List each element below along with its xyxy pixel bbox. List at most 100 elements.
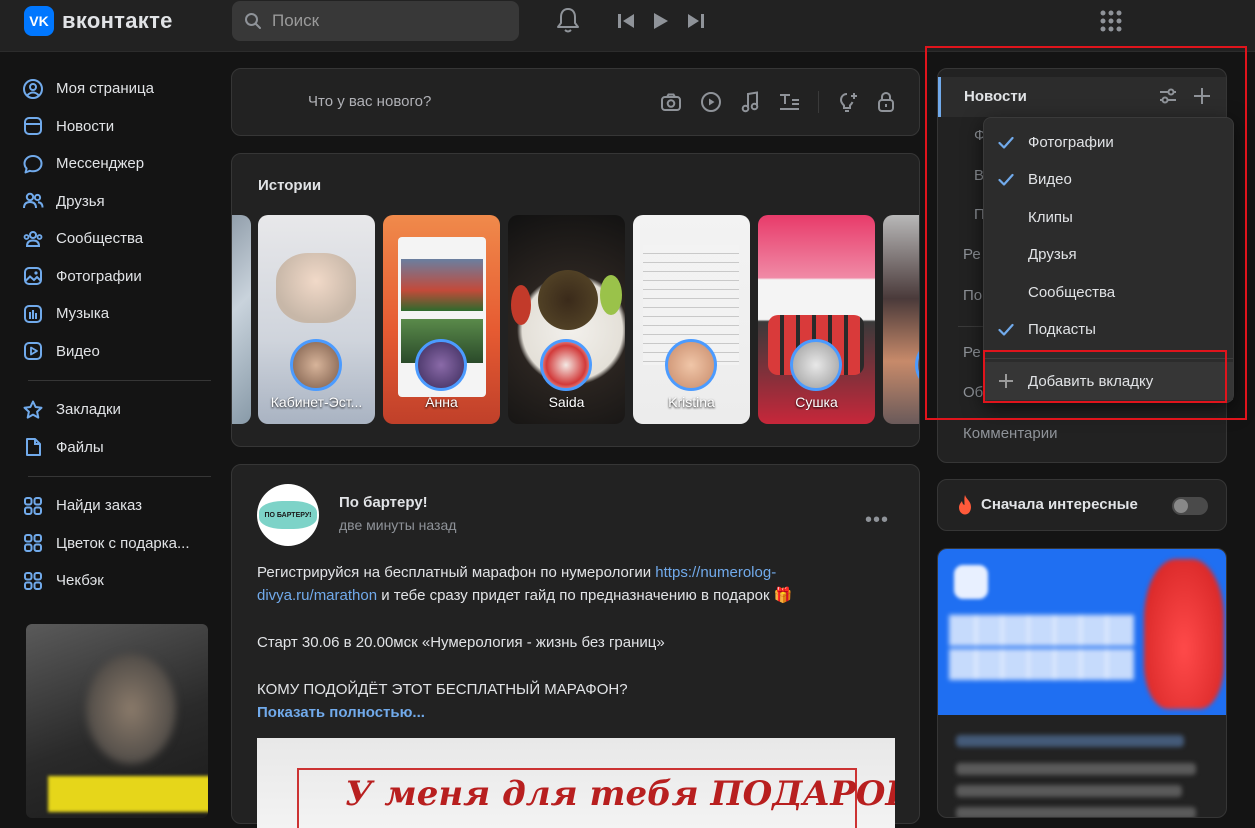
search-input[interactable]	[272, 11, 492, 31]
stories-title: Истории	[258, 177, 322, 194]
avatar-logo-text: ПО БАРТЕРУ!	[259, 501, 317, 529]
promo-banner[interactable]: ▆▆▆▆▆▆▆ ▆▆▆▆▆▆▆	[937, 548, 1227, 818]
sidebar-item-label: Моя страница	[56, 80, 154, 98]
sidebar-item-app-checkback[interactable]: Чекбэк	[22, 562, 217, 600]
next-track-icon[interactable]	[687, 13, 705, 29]
sidebar-divider	[28, 380, 211, 381]
video-circle-icon[interactable]	[700, 91, 722, 113]
sidebar-item-label: Друзья	[56, 192, 105, 210]
promo-blurred-text	[956, 763, 1196, 775]
sidebar-item-my-page[interactable]: Моя страница	[22, 70, 217, 108]
ad-blurred-banner	[48, 776, 208, 812]
image-caption: У меня для тебя ПОДАРОК	[345, 774, 895, 814]
post-text-line: Старт 30.06 в 20.00мск «Нумерология - жи…	[257, 634, 665, 651]
star-icon	[22, 399, 44, 421]
story-name: Кабинет-Эст...	[270, 394, 363, 410]
show-more-link[interactable]: Показать полностью...	[257, 701, 887, 724]
top-bar: VK вконтакте	[0, 0, 1255, 52]
vk-logo-mark: VK	[24, 6, 54, 36]
composer-placeholder[interactable]: Что у вас нового?	[308, 93, 431, 110]
music-icon	[22, 303, 44, 325]
story-avatar	[665, 339, 717, 391]
sidebar-item-communities[interactable]: Сообщества	[22, 220, 217, 258]
story-card[interactable]: Анна	[383, 215, 500, 424]
sort-label: Сначала интересные	[981, 496, 1138, 513]
story-name: Kristina	[668, 394, 715, 410]
flame-icon	[956, 494, 974, 516]
story-name: Анна	[425, 394, 458, 410]
sidebar-item-label: Цветок с подарка...	[56, 534, 190, 552]
promo-blurred-mascot	[1144, 559, 1224, 709]
story-card[interactable]: Saida	[508, 215, 625, 424]
stories-row: Кабинет-Эст... Анна Saida Kristina Сушка	[232, 215, 919, 425]
post-author-name[interactable]: По бартеру!	[339, 494, 428, 511]
left-sidebar: Моя страница Новости Мессенджер Друзья С…	[22, 70, 217, 600]
user-circle-icon	[22, 78, 44, 100]
composer-attachments	[660, 91, 895, 113]
post-image[interactable]: У меня для тебя ПОДАРОК	[257, 738, 895, 828]
previous-track-icon[interactable]	[617, 13, 635, 29]
story-avatar	[790, 339, 842, 391]
vk-logo[interactable]: VK вконтакте	[24, 6, 173, 36]
sidebar-divider	[28, 476, 211, 477]
sidebar-item-files[interactable]: Файлы	[22, 429, 217, 467]
sidebar-item-video[interactable]: Видео	[22, 333, 217, 371]
sidebar-item-music[interactable]: Музыка	[22, 295, 217, 333]
sidebar-ad-image[interactable]	[26, 624, 208, 818]
news-icon	[22, 115, 44, 137]
promo-blurred-text	[956, 785, 1182, 797]
sidebar-item-label: Новости	[56, 117, 115, 135]
lock-icon[interactable]	[877, 91, 895, 113]
post-text: Регистрируйся на бесплатный марафон по н…	[257, 561, 887, 724]
story-card[interactable]: Kristina	[633, 215, 750, 424]
sidebar-item-app-flower[interactable]: Цветок с подарка...	[22, 525, 217, 563]
message-icon	[22, 153, 44, 175]
ad-blurred-figure	[86, 654, 176, 764]
feed-post: ПО БАРТЕРУ! По бартеру! две минуты назад…	[231, 464, 920, 828]
story-card[interactable]: Сушка	[758, 215, 875, 424]
apps-icon	[22, 532, 44, 554]
sidebar-item-photos[interactable]: Фотографии	[22, 258, 217, 296]
post-text-line: КОМУ ПОДОЙДЁТ ЭТОТ БЕСПЛАТНЫЙ МАРАФОН?	[257, 681, 628, 698]
sidebar-item-label: Файлы	[56, 438, 104, 456]
article-icon[interactable]	[778, 92, 800, 112]
promo-hero-image: ▆▆▆▆▆▆▆ ▆▆▆▆▆▆▆	[938, 549, 1226, 715]
music-note-icon[interactable]	[740, 91, 760, 113]
post-author-avatar[interactable]: ПО БАРТЕРУ!	[257, 484, 319, 546]
apps-icon	[22, 570, 44, 592]
story-partial-left[interactable]	[232, 215, 251, 424]
search-box[interactable]	[232, 1, 519, 41]
sidebar-item-bookmarks[interactable]: Закладки	[22, 391, 217, 429]
promo-blurred-logo	[954, 565, 988, 599]
services-grid-icon[interactable]	[1099, 9, 1123, 33]
story-avatar	[415, 339, 467, 391]
post-composer[interactable]: Что у вас нового?	[231, 68, 920, 136]
interesting-first-toggle-card[interactable]: Сначала интересные	[937, 479, 1227, 531]
friends-icon	[22, 190, 44, 212]
sidebar-item-messenger[interactable]: Мессенджер	[22, 145, 217, 183]
search-icon	[244, 12, 262, 30]
sidebar-item-label: Найди заказ	[56, 497, 143, 515]
post-timestamp[interactable]: две минуты назад	[339, 517, 456, 533]
post-text-part: и тебе сразу придет гайд по предназначен…	[377, 587, 793, 604]
sidebar-item-news[interactable]: Новости	[22, 108, 217, 146]
sidebar-item-label: Мессенджер	[56, 155, 145, 173]
sidebar-item-app-find-order[interactable]: Найди заказ	[22, 487, 217, 525]
story-partial-right[interactable]	[883, 215, 919, 424]
sidebar-item-label: Чекбэк	[56, 572, 104, 590]
interesting-first-switch[interactable]	[1172, 497, 1208, 515]
video-icon	[22, 340, 44, 362]
sidebar-item-friends[interactable]: Друзья	[22, 183, 217, 221]
story-card[interactable]: Кабинет-Эст...	[258, 215, 375, 424]
promo-blurred-title	[956, 735, 1184, 747]
lightbulb-plus-icon[interactable]	[837, 91, 859, 113]
story-name: Saida	[548, 394, 585, 410]
composer-divider	[818, 91, 819, 113]
bell-icon[interactable]	[555, 6, 581, 34]
story-avatar	[540, 339, 592, 391]
feed-tab-comments[interactable]: Комментарии	[963, 425, 1057, 442]
more-options-icon[interactable]: •••	[865, 509, 889, 532]
play-icon[interactable]	[653, 12, 669, 30]
camera-icon[interactable]	[660, 92, 682, 112]
sidebar-item-label: Сообщества	[56, 230, 144, 248]
